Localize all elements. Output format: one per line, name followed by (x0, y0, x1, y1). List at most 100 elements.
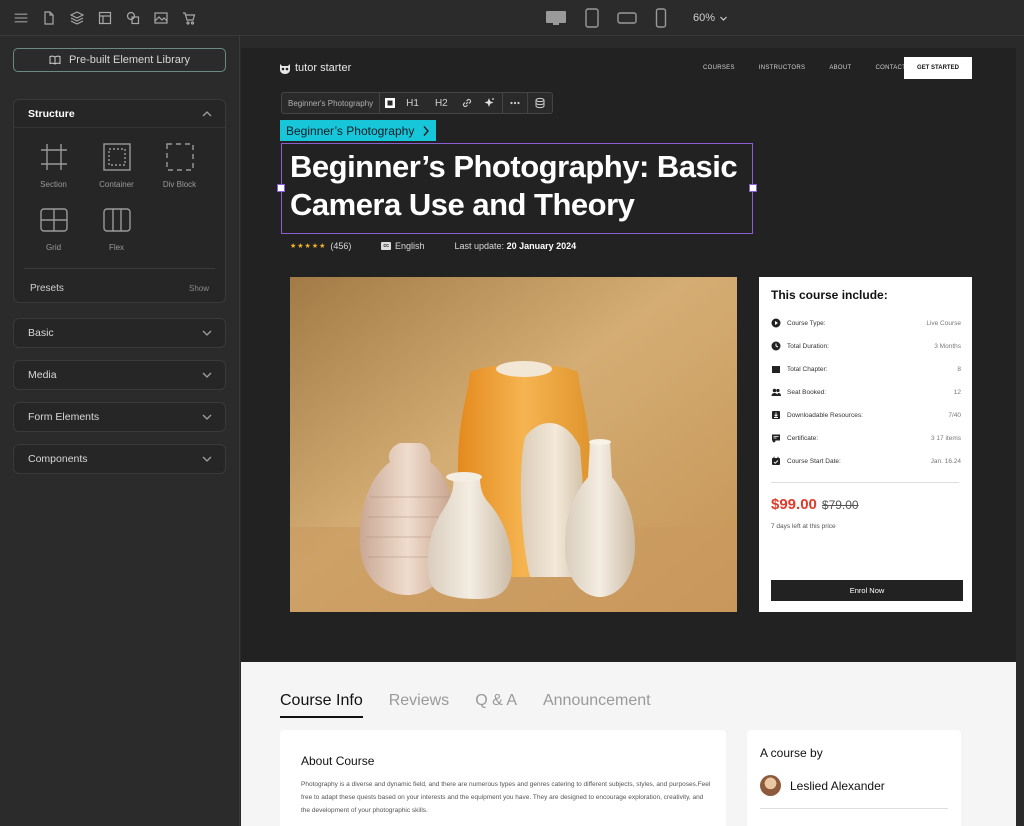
structure-panel: Structure Section Container Div Block Gr… (13, 99, 226, 303)
nav-about[interactable]: ABOUT (829, 65, 851, 71)
enrol-now-button[interactable]: Enrol Now (771, 580, 963, 601)
database-icon[interactable] (534, 97, 546, 109)
element-grid[interactable]: Grid (22, 205, 85, 268)
course-language: cc English (381, 241, 425, 251)
days-left-note: 7 days left at this price (771, 523, 836, 530)
element-label: Flex (108, 243, 125, 252)
course-meta: ★★★★★ (456) cc English Last update: 20 J… (290, 241, 576, 251)
element-label: Container (99, 180, 134, 189)
info-value: Live Course (926, 319, 961, 327)
chevron-down-icon (202, 414, 212, 420)
container-icon (102, 143, 131, 171)
element-flex[interactable]: Flex (85, 205, 148, 268)
info-value: 7/40 (948, 411, 961, 419)
components-panel[interactable]: Components (13, 444, 226, 474)
media-panel[interactable]: Media (13, 360, 226, 390)
toolbar-breadcrumb[interactable]: Beginner's Photography (288, 99, 373, 108)
template-icon[interactable] (98, 11, 112, 25)
get-started-button[interactable]: GET STARTED (904, 57, 972, 79)
site-logo[interactable]: tutor starter (279, 62, 351, 74)
tab-qa[interactable]: Q & A (475, 692, 517, 718)
tab-reviews[interactable]: Reviews (389, 692, 449, 718)
nav-instructors[interactable]: INSTRUCTORS (759, 65, 806, 71)
info-label: Course Start Date: (787, 457, 841, 465)
about-text: Photography is a diverse and dynamic fie… (301, 781, 711, 814)
current-price: $99.00 (771, 496, 817, 513)
last-update-value: 20 January 2024 (506, 241, 577, 251)
image-icon[interactable] (154, 11, 168, 25)
calendar-icon (772, 456, 780, 465)
heading-h1-button[interactable]: H1 (400, 98, 425, 109)
tab-course-info[interactable]: Course Info (280, 692, 363, 718)
info-row-seats: Seat Booked: 12 (771, 386, 961, 398)
info-row-resources: Downloadable Resources: 7/40 (771, 409, 961, 421)
more-options-icon[interactable] (509, 97, 521, 109)
top-toolbar: 60% (0, 0, 1024, 36)
author-divider (760, 808, 948, 809)
info-value: 3 17 items (931, 434, 961, 442)
element-section[interactable]: Section (22, 142, 85, 205)
shapes-icon[interactable] (126, 11, 140, 25)
logo-text: tutor starter (295, 62, 352, 74)
layers-icon[interactable] (70, 10, 84, 25)
book-icon (772, 366, 780, 373)
mobile-icon[interactable] (655, 8, 667, 28)
element-div-block[interactable]: Div Block (148, 142, 211, 205)
course-hero-image[interactable] (290, 277, 737, 612)
info-label: Downloadable Resources: (787, 411, 863, 419)
ai-sparkle-icon[interactable] (480, 97, 498, 109)
nav-courses[interactable]: COURSES (703, 65, 735, 71)
presets-label: Presets (30, 283, 64, 294)
link-icon[interactable] (458, 97, 476, 109)
section-icon (40, 144, 67, 170)
course-author-card: A course by Leslied Alexander (747, 730, 961, 826)
site-nav: COURSES INSTRUCTORS ABOUT CONTACT (703, 65, 906, 71)
cart-icon[interactable] (182, 11, 196, 25)
author-row[interactable]: Leslied Alexander (760, 775, 885, 796)
basic-title: Basic (28, 327, 54, 339)
menu-icon[interactable] (14, 11, 28, 25)
heading-h2-button[interactable]: H2 (429, 98, 454, 109)
resize-handle-left[interactable] (277, 184, 285, 192)
rating-stars-icon: ★★★★★ (290, 243, 327, 250)
site-header: tutor starter COURSES INSTRUCTORS ABOUT … (241, 48, 1016, 88)
desktop-icon[interactable] (545, 10, 567, 26)
basic-panel[interactable]: Basic (13, 318, 226, 348)
info-value: 8 (957, 365, 961, 373)
element-container[interactable]: Container (85, 142, 148, 205)
page-icon[interactable] (42, 10, 56, 25)
square-block-icon[interactable] (384, 97, 396, 109)
selected-element-tag[interactable]: Beginner’s Photography (280, 120, 437, 141)
card-divider (771, 482, 959, 483)
tablet-icon[interactable] (585, 8, 599, 28)
structure-panel-header[interactable]: Structure (14, 100, 225, 128)
editor-canvas: tutor starter COURSES INSTRUCTORS ABOUT … (241, 36, 1024, 826)
zoom-value: 60% (693, 12, 716, 24)
info-row-start-date: Course Start Date: Jan. 16.24 (771, 455, 961, 467)
prebuilt-library-button[interactable]: Pre-built Element Library (13, 48, 226, 72)
presets-show-button[interactable]: Show (189, 284, 209, 293)
users-icon (771, 388, 781, 396)
tab-announcement[interactable]: Announcement (543, 692, 651, 718)
form-elements-panel[interactable]: Form Elements (13, 402, 226, 432)
nav-contact[interactable]: CONTACT (875, 65, 906, 71)
info-row-duration: Total Duration: 3 Months (771, 340, 961, 352)
course-title[interactable]: Beginner’s Photography: Basic Camera Use… (290, 148, 750, 224)
info-row-course-type: Course Type: Live Course (771, 317, 961, 329)
about-title: About Course (301, 754, 375, 768)
tablet-landscape-icon[interactable] (617, 11, 637, 25)
zoom-select[interactable]: 60% (693, 12, 728, 24)
info-value: 3 Months (934, 342, 961, 350)
avatar (760, 775, 781, 796)
element-sidebar: Pre-built Element Library Structure Sect… (0, 36, 240, 826)
app-window: 60% Pre-built Element Library Structure … (0, 0, 1024, 826)
div-block-icon (165, 143, 194, 171)
info-label: Certificate: (787, 434, 819, 442)
info-value: Jan. 16.24 (930, 457, 961, 465)
chevron-down-icon (202, 372, 212, 378)
structure-title: Structure (28, 107, 75, 120)
info-label: Seat Booked: (787, 388, 827, 396)
certificate-icon (772, 434, 780, 443)
resize-handle-right[interactable] (749, 184, 757, 192)
about-course-card: About Course Photography is a diverse an… (280, 730, 726, 826)
